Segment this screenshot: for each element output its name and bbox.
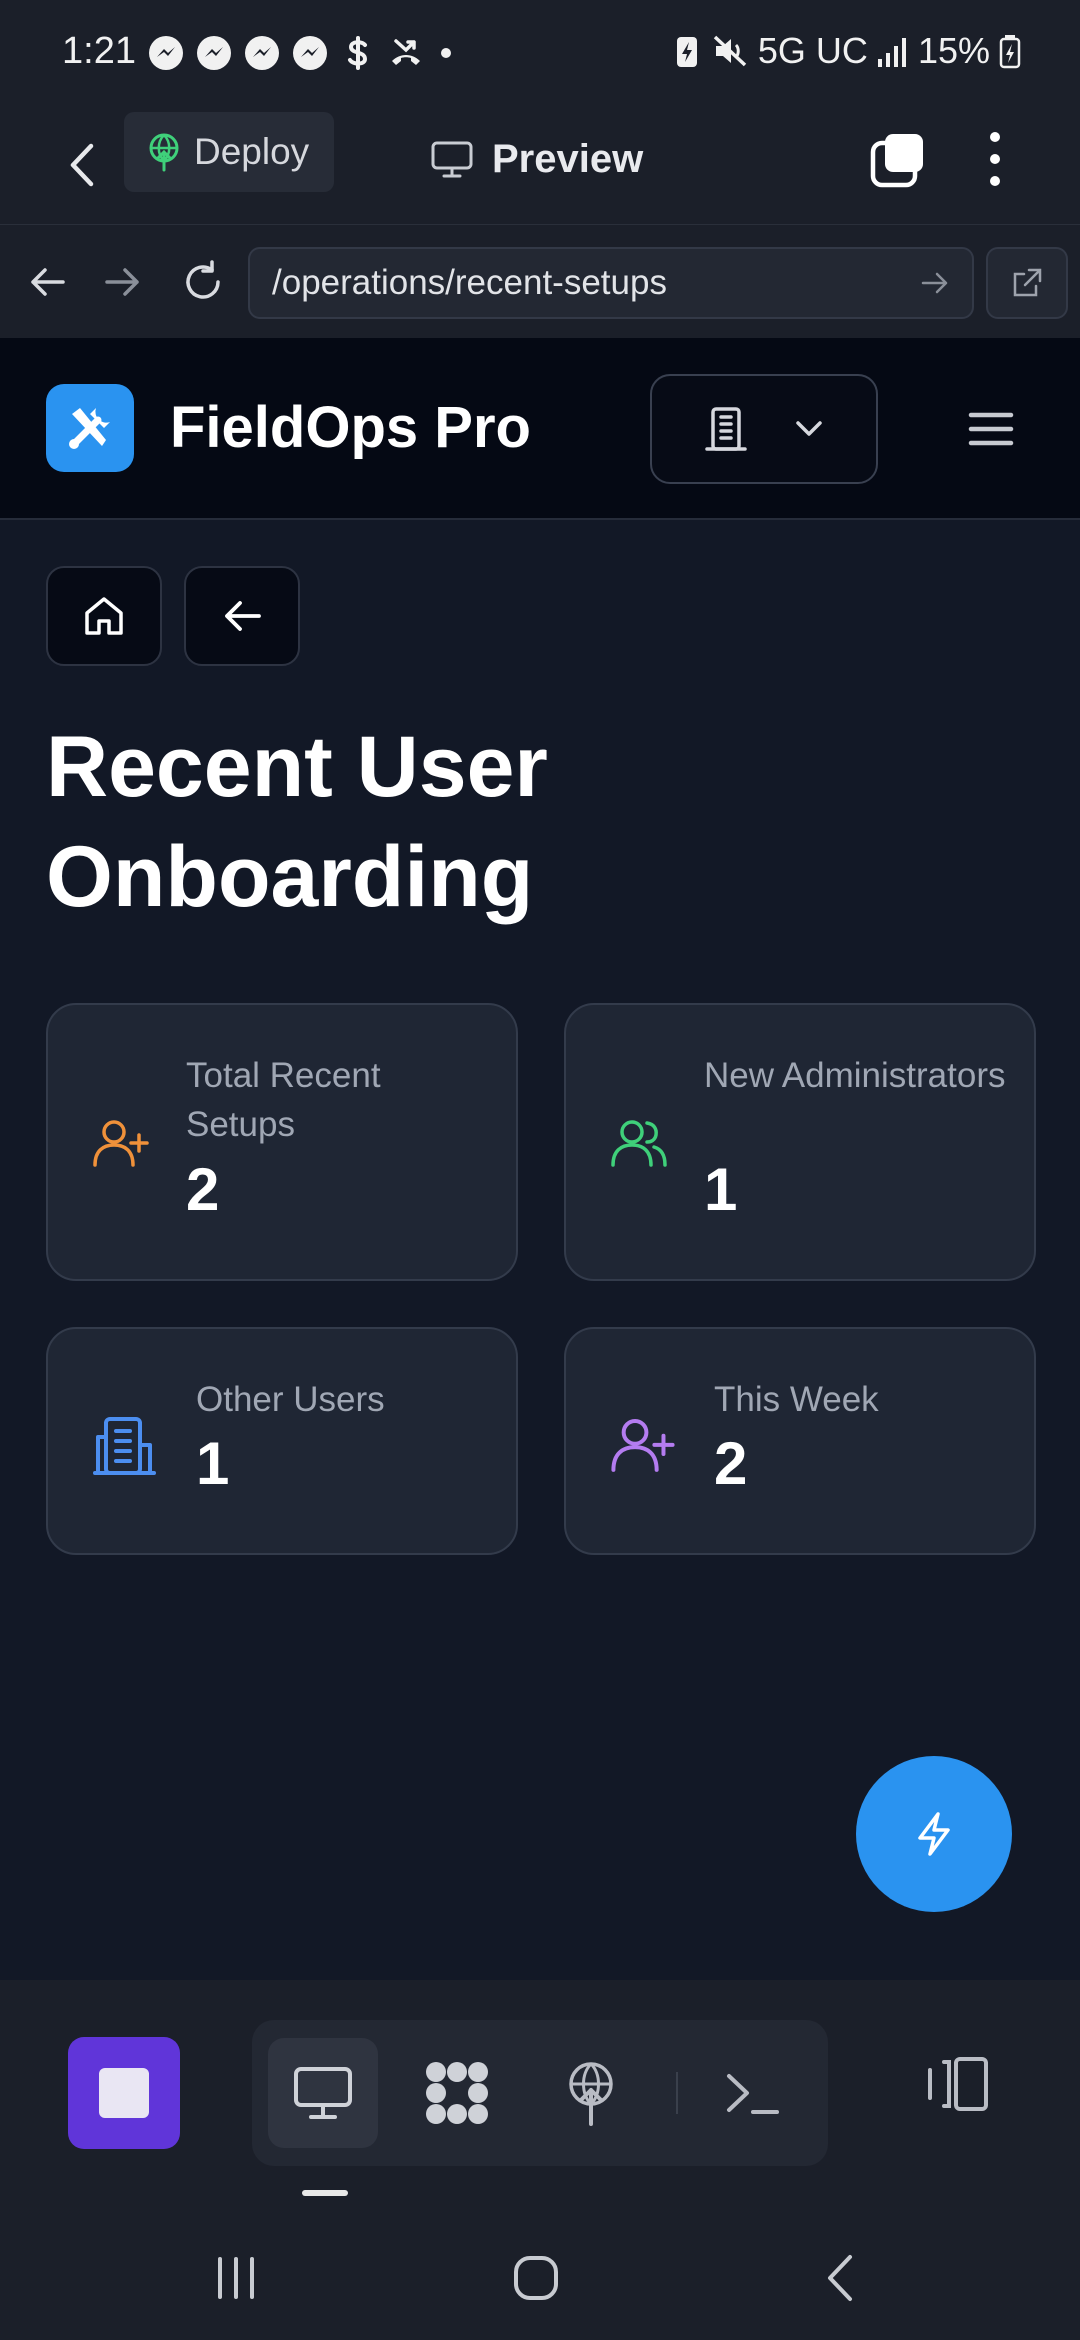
monitor-icon bbox=[431, 141, 473, 178]
dollar-icon bbox=[348, 36, 368, 70]
system-back-button[interactable] bbox=[800, 2242, 880, 2314]
building-icon bbox=[705, 407, 747, 451]
stat-card-this-week: This Week 2 bbox=[564, 1327, 1036, 1555]
notification-icons bbox=[146, 33, 458, 73]
stat-label: Other Users bbox=[196, 1380, 385, 1419]
users-icon bbox=[611, 1120, 667, 1167]
open-external-button[interactable] bbox=[986, 247, 1068, 319]
preview-tab[interactable]: Preview bbox=[430, 124, 643, 194]
app-toolbar: Deploy Preview bbox=[0, 106, 1080, 224]
browser-bar: /operations/recent-setups bbox=[0, 224, 1080, 338]
reload-icon bbox=[186, 260, 220, 299]
home-nav-button[interactable] bbox=[496, 2242, 576, 2314]
status-indicators: 5G UC 15% bbox=[672, 30, 1022, 72]
messenger-icon bbox=[149, 36, 183, 70]
back-button[interactable] bbox=[52, 130, 112, 200]
user-plus-icon bbox=[611, 1418, 675, 1472]
deploy-icon bbox=[149, 133, 179, 172]
mute-icon bbox=[713, 35, 747, 67]
quick-action-button[interactable] bbox=[856, 1756, 1012, 1912]
terminal-view-button[interactable] bbox=[698, 2038, 808, 2148]
deploy-button[interactable]: Deploy bbox=[124, 112, 334, 192]
menu-button[interactable] bbox=[960, 398, 1022, 460]
status-time: 1:21 bbox=[62, 30, 136, 72]
browser-back-button[interactable] bbox=[20, 255, 74, 309]
system-navigation-bar bbox=[0, 2216, 1080, 2340]
network-type: 5G UC bbox=[757, 30, 868, 71]
recent-apps-icon bbox=[218, 2257, 254, 2299]
battery-saver-icon bbox=[676, 37, 697, 67]
toggle-panel-button[interactable] bbox=[920, 2048, 992, 2120]
status-bar: 1:21 5G UC 15% bbox=[0, 0, 1080, 106]
arrow-right-icon bbox=[921, 272, 948, 294]
site-header: FieldOps Pro bbox=[0, 338, 1080, 520]
terminal-icon bbox=[727, 2074, 779, 2114]
signal-icon bbox=[877, 38, 906, 67]
integrations-icon bbox=[426, 2062, 488, 2124]
deploy-icon bbox=[569, 2062, 613, 2126]
more-options-button[interactable] bbox=[966, 124, 1024, 194]
integrations-view-button[interactable] bbox=[402, 2038, 512, 2148]
stat-card-other-users: Other Users 1 bbox=[46, 1327, 518, 1555]
monitor-icon bbox=[294, 2067, 352, 2119]
tabs-icon bbox=[870, 134, 923, 188]
go-button[interactable] bbox=[910, 258, 960, 308]
reload-button[interactable] bbox=[176, 255, 230, 309]
tools-icon bbox=[69, 408, 110, 449]
hamburger-menu-icon bbox=[968, 412, 1014, 446]
battery-percent: 15% bbox=[917, 30, 990, 71]
deploy-view-button[interactable] bbox=[536, 2038, 646, 2148]
page-title: Recent User Onboarding bbox=[46, 719, 548, 925]
arrow-left-icon bbox=[225, 601, 261, 631]
brand-name[interactable]: FieldOps Pro bbox=[170, 394, 531, 461]
preview-label: Preview bbox=[492, 136, 644, 181]
home-button[interactable] bbox=[46, 566, 162, 666]
stat-card-new-administrators: New Administrators 1 bbox=[564, 1003, 1036, 1281]
preview-view-button[interactable] bbox=[268, 2038, 378, 2148]
user-plus-icon bbox=[93, 1120, 149, 1167]
app-logo[interactable] bbox=[46, 384, 134, 472]
view-switcher bbox=[252, 2020, 828, 2166]
bottom-dock bbox=[0, 1980, 1080, 2216]
stat-label: New Administrators bbox=[704, 1056, 1006, 1095]
messenger-icon bbox=[245, 36, 279, 70]
more-notifications-icon bbox=[441, 48, 451, 58]
url-field[interactable]: /operations/recent-setups bbox=[248, 247, 974, 319]
home-icon bbox=[85, 597, 123, 635]
dock-separator bbox=[676, 2072, 678, 2114]
more-vertical-icon bbox=[990, 132, 1000, 186]
stat-label: This Week bbox=[714, 1380, 879, 1419]
stat-value: 2 bbox=[714, 1430, 748, 1497]
stop-icon bbox=[99, 2068, 149, 2118]
messenger-icon bbox=[293, 36, 327, 70]
recent-apps-button[interactable] bbox=[196, 2242, 276, 2314]
building-icon bbox=[93, 1417, 156, 1475]
messenger-icon bbox=[197, 36, 231, 70]
organization-selector[interactable] bbox=[650, 374, 878, 484]
tabs-button[interactable] bbox=[866, 126, 930, 194]
arrow-left-icon bbox=[31, 268, 65, 296]
panel-icon bbox=[928, 2057, 988, 2111]
lightning-icon bbox=[918, 1812, 950, 1856]
arrow-right-icon bbox=[105, 268, 139, 296]
stat-card-total-recent-setups: Total Recent Setups 2 bbox=[46, 1003, 518, 1281]
stat-value: 1 bbox=[196, 1430, 230, 1497]
chevron-down-icon bbox=[796, 421, 822, 436]
url-text: /operations/recent-setups bbox=[272, 263, 667, 302]
stat-label: Total Recent Setups bbox=[186, 1056, 381, 1144]
stat-value: 1 bbox=[704, 1156, 738, 1223]
missed-call-icon bbox=[392, 39, 420, 65]
stop-button[interactable] bbox=[68, 2037, 180, 2149]
battery-icon bbox=[999, 35, 1021, 69]
active-view-indicator bbox=[302, 2190, 348, 2196]
deploy-label: Deploy bbox=[194, 131, 310, 172]
browser-forward-button[interactable] bbox=[96, 255, 150, 309]
page-back-button[interactable] bbox=[184, 566, 300, 666]
home-circle-icon bbox=[514, 2256, 558, 2300]
stat-value: 2 bbox=[186, 1156, 220, 1223]
chevron-left-icon bbox=[828, 2255, 852, 2301]
external-link-icon bbox=[1013, 268, 1042, 297]
chevron-left-icon bbox=[70, 143, 94, 187]
